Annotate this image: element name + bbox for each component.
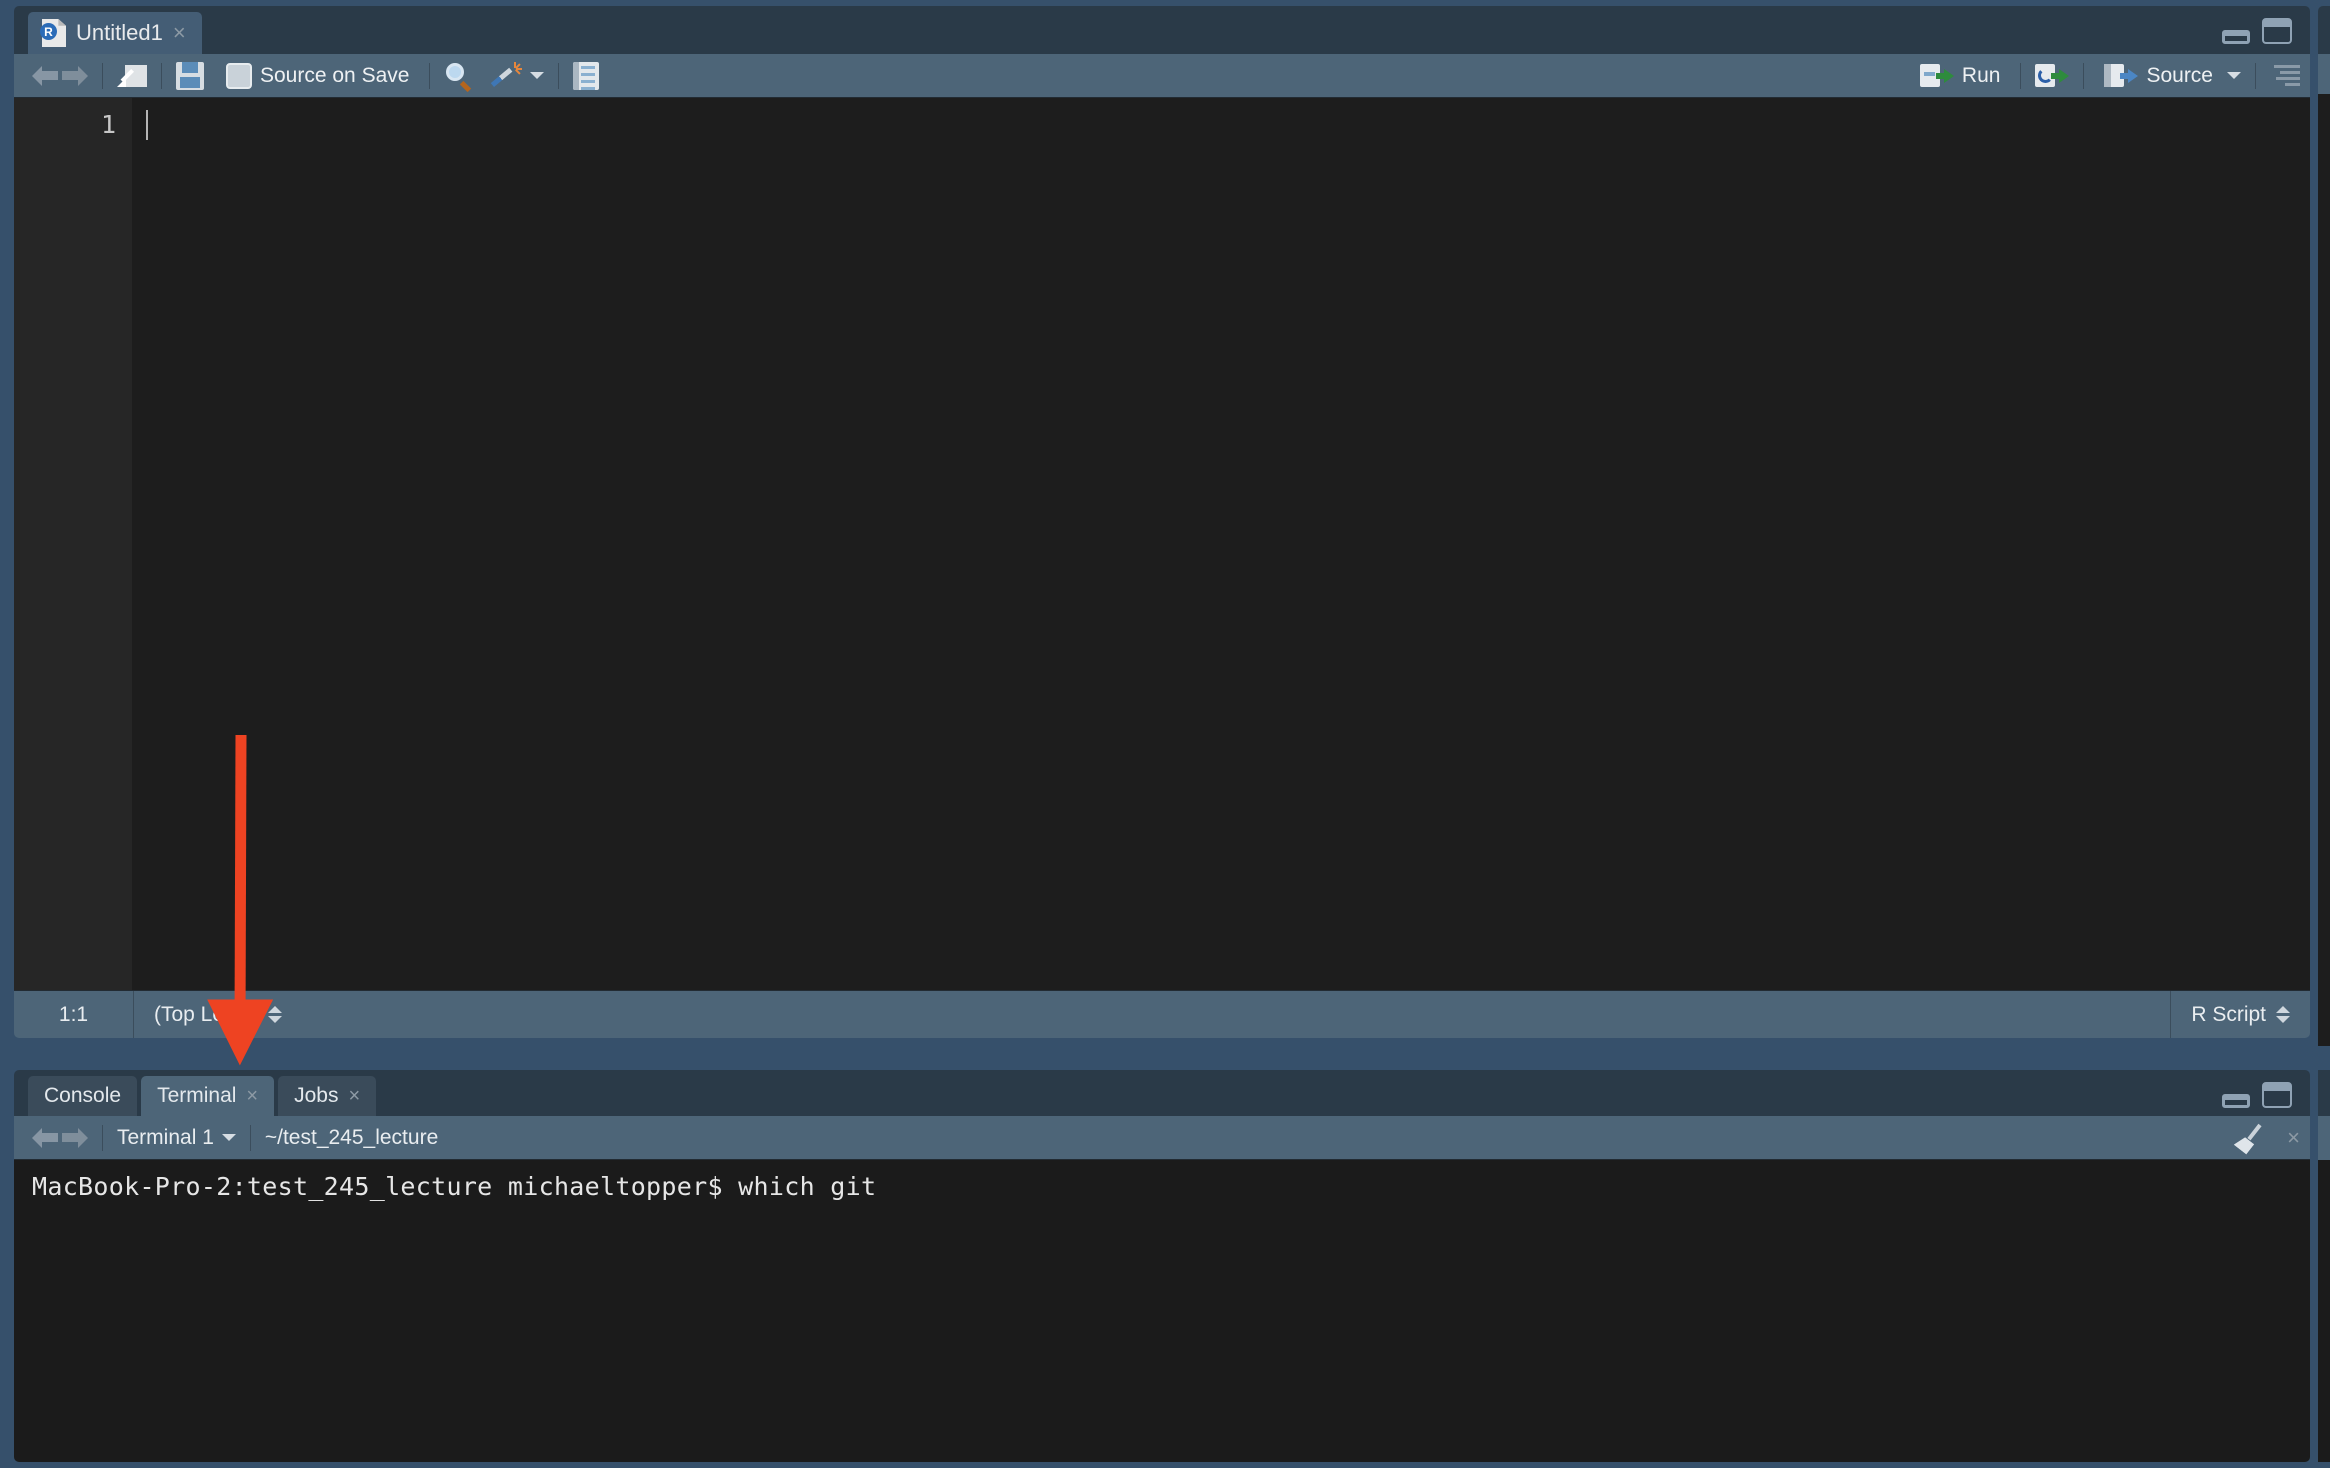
close-icon[interactable]: × [348,1085,360,1108]
compile-report-icon[interactable] [573,61,600,90]
minimize-icon[interactable] [2222,1094,2250,1108]
working-directory-label: ~/test_245_lecture [264,1125,439,1149]
terminal-toolbar: Terminal 1 ~/test_245_lecture × [14,1116,2310,1160]
cursor-position: 1:1 [14,991,134,1038]
file-type-label: R Script [2191,1002,2266,1026]
source-on-save-checkbox[interactable]: Source on Save [220,60,415,92]
maximize-icon[interactable] [2262,1082,2292,1108]
tab-console-label: Console [44,1084,122,1107]
maximize-icon[interactable] [2262,18,2292,44]
file-type-selector[interactable]: R Script [2170,991,2310,1038]
console-window-controls [2222,1082,2292,1108]
terminal-toolbar-right: × [2235,1123,2300,1152]
run-button[interactable]: Run [1914,60,2007,92]
code-text-area[interactable] [132,98,2310,990]
source-tab-label: Untitled1 [76,20,163,45]
find-replace-icon[interactable] [444,62,474,92]
rerun-previous-icon[interactable] [2035,63,2070,89]
r-script-file-icon: R [40,19,66,47]
toolbar-divider [2255,62,2256,89]
chevron-down-icon[interactable] [221,1134,236,1141]
tab-terminal[interactable]: Terminal × [141,1076,275,1116]
files-pane-tabbar-sliver [2318,1070,2330,1116]
toolbar-divider [249,1124,251,1151]
minimize-icon[interactable] [2222,30,2250,44]
environment-pane-body-sliver [2318,94,2330,1046]
files-pane-body-sliver [2318,1160,2330,1462]
tab-console[interactable]: Console [28,1076,138,1116]
run-icon [1919,63,1954,89]
toolbar-divider [102,62,103,89]
chevron-down-icon[interactable] [2227,72,2241,79]
toolbar-divider [2083,62,2085,89]
scope-selector[interactable]: (Top Level) [134,991,302,1038]
code-tools-magic-wand-icon[interactable] [491,61,523,90]
scope-label: (Top Level) [154,1002,258,1026]
code-editor[interactable]: 1 [14,98,2310,990]
source-tab-untitled1[interactable]: R Untitled1 × [28,12,202,54]
tab-terminal-label: Terminal [157,1084,237,1107]
checkbox-icon [226,62,252,89]
files-pane-toolbar-sliver [2318,1116,2330,1160]
toolbar-divider [558,62,560,89]
save-icon[interactable] [176,61,204,90]
environment-pane-tabbar-sliver [2318,6,2330,54]
close-icon[interactable]: × [2287,1126,2300,1149]
terminal-output[interactable]: MacBook-Pro-2:test_245_lecture michaelto… [14,1160,2310,1462]
tab-jobs-label: Jobs [294,1084,339,1107]
stepper-icon [267,1006,282,1023]
console-terminal-pane: Console Terminal × Jobs × Terminal 1 ~/t… [14,1070,2310,1462]
line-number-gutter: 1 [14,98,132,990]
terminal-selector-label[interactable]: Terminal 1 [117,1126,214,1150]
tab-jobs[interactable]: Jobs × [278,1076,377,1116]
source-window-controls [2222,18,2292,44]
source-statusbar: 1:1 (Top Level) R Script [14,990,2310,1038]
source-toolbar: Source on Save Run Source [14,54,2310,98]
back-arrow-icon[interactable] [32,65,60,86]
toolbar-divider [102,1124,103,1151]
forward-arrow-icon[interactable] [60,1127,88,1148]
stepper-icon [2276,1006,2290,1023]
environment-pane-toolbar-sliver [2318,54,2330,94]
back-arrow-icon[interactable] [32,1127,60,1148]
files-pane-sliver [2318,1070,2330,1462]
source-on-save-label: Source on Save [260,63,410,87]
environment-pane-sliver [2318,6,2330,1046]
show-in-new-window-icon[interactable] [117,63,147,89]
toolbar-divider [2020,62,2022,89]
document-outline-icon[interactable] [2270,64,2300,88]
close-icon[interactable]: × [173,22,186,44]
source-tabbar: R Untitled1 × [14,6,2310,54]
clear-broom-icon[interactable] [2235,1123,2265,1152]
chevron-down-icon[interactable] [530,72,545,79]
source-icon [2104,63,2139,89]
run-label: Run [1961,63,2001,87]
source-label: Source [2146,63,2213,87]
toolbar-divider [161,62,162,89]
forward-arrow-icon[interactable] [60,65,88,86]
console-tabbar: Console Terminal × Jobs × [14,1070,2310,1116]
rstudio-window: R Untitled1 × Source on Save Run Source … [0,0,2330,1468]
text-cursor [146,110,148,140]
terminal-line: MacBook-Pro-2:test_245_lecture michaelto… [32,1172,877,1201]
line-number: 1 [100,110,116,139]
source-editor-pane: R Untitled1 × Source on Save Run Source … [14,6,2310,1046]
close-icon[interactable]: × [246,1085,258,1108]
toolbar-divider [429,62,431,89]
source-toolbar-right: Run Source [1914,60,2300,92]
source-button[interactable]: Source [2098,60,2219,92]
